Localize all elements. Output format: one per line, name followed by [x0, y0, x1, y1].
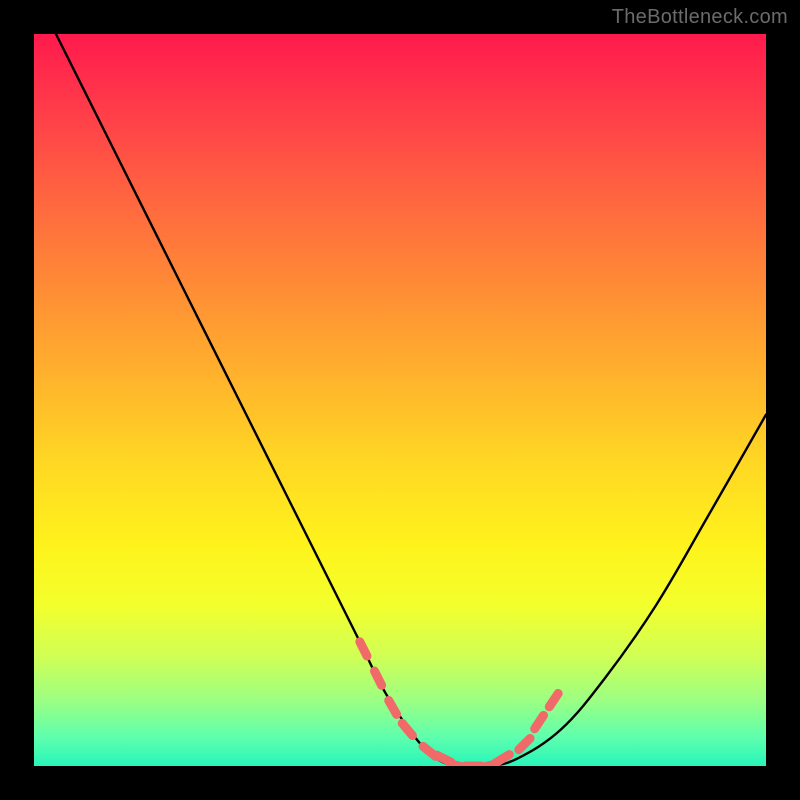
curve-layer [34, 34, 766, 766]
marker-segment [519, 738, 530, 749]
plot-area [34, 34, 766, 766]
chart-stage: TheBottleneck.com [0, 0, 800, 800]
marker-segment [360, 642, 367, 656]
bottleneck-curve [56, 34, 766, 766]
marker-segment [549, 693, 558, 706]
watermark-text: TheBottleneck.com [612, 6, 788, 29]
highlight-markers [360, 642, 558, 766]
marker-segment [535, 715, 544, 728]
marker-segment [374, 671, 381, 685]
marker-segment [389, 700, 397, 714]
marker-segment [402, 723, 412, 735]
